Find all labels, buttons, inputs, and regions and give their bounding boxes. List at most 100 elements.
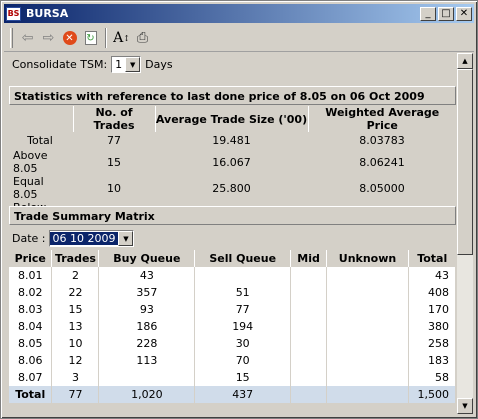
tsm-header-total: Total bbox=[408, 250, 456, 267]
tsm-total-total: 1,500 bbox=[408, 386, 457, 403]
stats-cell: 19.481 bbox=[155, 132, 308, 149]
scroll-up-icon[interactable]: ▲ bbox=[457, 53, 473, 69]
tsm-cell-sell: 51 bbox=[194, 284, 292, 301]
date-value: 06 10 2009 bbox=[49, 232, 119, 245]
window-title: BURSA bbox=[26, 7, 69, 20]
print-icon[interactable]: ⎙ bbox=[132, 28, 153, 49]
tsm-cell-trades: 2 bbox=[51, 267, 100, 284]
tsm-cell-unknown bbox=[326, 318, 409, 335]
tsm-cell-buy: 93 bbox=[98, 301, 196, 318]
tsm-cell-buy: 113 bbox=[98, 352, 196, 369]
tsm-total-label: Total bbox=[9, 386, 53, 403]
tsm-table: Price Trades Buy Queue Sell Queue Mid Un… bbox=[9, 250, 457, 403]
tsm-cell-sell bbox=[194, 267, 292, 284]
tsm-cell-mid bbox=[290, 301, 328, 318]
toolbar: ⇦ ⇨ ✕ ↻ A ↕ ⎙ bbox=[4, 25, 474, 52]
close-button[interactable]: ✕ bbox=[456, 6, 472, 21]
tsm-cell-buy: 357 bbox=[98, 284, 196, 301]
scroll-down-icon[interactable]: ▼ bbox=[457, 398, 473, 414]
tsm-header-trades: Trades bbox=[51, 250, 100, 267]
table-row: 8.01 2 43 43 bbox=[9, 267, 457, 284]
title-bar[interactable]: BS BURSA _ □ ✕ bbox=[4, 4, 474, 23]
stats-cell: 77 bbox=[73, 132, 155, 149]
bursa-window: BS BURSA _ □ ✕ ⇦ ⇨ ✕ ↻ A ↕ ⎙ Consolidate … bbox=[0, 0, 478, 419]
tsm-total-mid bbox=[290, 386, 328, 403]
tsm-cell-total: 408 bbox=[408, 284, 457, 301]
stats-section-title: Statistics with reference to last done p… bbox=[9, 86, 456, 105]
table-row: 8.05 10 228 30 258 bbox=[9, 335, 457, 352]
tsm-cell-buy: 43 bbox=[98, 267, 196, 284]
tsm-cell-mid bbox=[290, 352, 328, 369]
tsm-cell-trades: 22 bbox=[51, 284, 100, 301]
table-row: 8.02 22 357 51 408 bbox=[9, 284, 457, 301]
tsm-cell-mid bbox=[290, 267, 328, 284]
stats-cell: 10 bbox=[73, 175, 155, 201]
tsm-header-buy-queue: Buy Queue bbox=[98, 250, 196, 267]
tsm-cell-sell: 15 bbox=[194, 369, 292, 386]
tsm-cell-sell: 194 bbox=[194, 318, 292, 335]
tsm-cell-sell: 77 bbox=[194, 301, 292, 318]
maximize-button[interactable]: □ bbox=[438, 6, 454, 21]
table-row: 8.06 12 113 70 183 bbox=[9, 352, 457, 369]
tsm-header-unknown: Unknown bbox=[326, 250, 409, 267]
tsm-cell-total: 380 bbox=[408, 318, 457, 335]
tsm-total-buy: 1,020 bbox=[98, 386, 196, 403]
tsm-cell-price: 8.06 bbox=[9, 352, 53, 369]
minimize-button[interactable]: _ bbox=[420, 6, 436, 21]
consolidate-control: Consolidate TSM: 1 ▼ Days bbox=[12, 56, 173, 73]
scroll-thumb[interactable] bbox=[457, 69, 473, 255]
tsm-cell-mid bbox=[290, 335, 328, 352]
date-select[interactable]: 06 10 2009 ▼ bbox=[48, 230, 135, 247]
tsm-section-title: Trade Summary Matrix bbox=[9, 206, 456, 225]
tsm-cell-trades: 12 bbox=[51, 352, 100, 369]
table-row: 8.07 3 15 58 bbox=[9, 369, 457, 386]
back-arrow-icon[interactable]: ⇦ bbox=[17, 28, 38, 49]
dropdown-arrow-icon[interactable]: ▼ bbox=[125, 57, 141, 72]
stats-row: Above 8.05 15 16.067 8.06241 bbox=[9, 149, 456, 175]
stats-row-label: Above 8.05 bbox=[9, 149, 73, 175]
stats-cell: 8.05000 bbox=[308, 175, 456, 201]
font-size-icon[interactable]: A ↕ bbox=[111, 28, 132, 49]
tsm-cell-price: 8.02 bbox=[9, 284, 53, 301]
tsm-total-unknown bbox=[326, 386, 409, 403]
dropdown-arrow-icon[interactable]: ▼ bbox=[118, 231, 134, 246]
tsm-cell-unknown bbox=[326, 284, 409, 301]
tsm-cell-sell: 30 bbox=[194, 335, 292, 352]
stats-header-avg-size: Average Trade Size ('00) bbox=[155, 106, 309, 132]
tsm-cell-trades: 15 bbox=[51, 301, 100, 318]
stop-icon[interactable]: ✕ bbox=[59, 28, 80, 49]
tsm-cell-trades: 10 bbox=[51, 335, 100, 352]
tsm-cell-total: 58 bbox=[408, 369, 457, 386]
app-icon: BS bbox=[6, 6, 21, 21]
tsm-total-trades: 77 bbox=[51, 386, 100, 403]
tsm-cell-total: 170 bbox=[408, 301, 457, 318]
tsm-cell-buy: 186 bbox=[98, 318, 196, 335]
tsm-cell-price: 8.07 bbox=[9, 369, 53, 386]
toolbar-grip bbox=[10, 28, 13, 48]
consolidate-days-value: 1 bbox=[115, 58, 123, 71]
tsm-cell-unknown bbox=[326, 369, 409, 386]
stats-cell: 8.03783 bbox=[308, 132, 456, 149]
date-control: Date : 06 10 2009 ▼ bbox=[12, 230, 135, 247]
tsm-cell-unknown bbox=[326, 335, 409, 352]
stats-row-label: Equal 8.05 bbox=[9, 175, 73, 201]
stats-cell: 16.067 bbox=[155, 149, 308, 175]
vertical-scrollbar[interactable]: ▲ ▼ bbox=[457, 53, 473, 414]
stats-header-blank bbox=[9, 106, 74, 132]
tsm-cell-price: 8.01 bbox=[9, 267, 53, 284]
toolbar-separator bbox=[105, 28, 107, 48]
forward-arrow-icon[interactable]: ⇨ bbox=[38, 28, 59, 49]
stats-cell: 25.800 bbox=[155, 175, 308, 201]
tsm-cell-trades: 3 bbox=[51, 369, 100, 386]
stats-header-row: No. of Trades Average Trade Size ('00) W… bbox=[9, 106, 456, 132]
tsm-total-row: Total 77 1,020 437 1,500 bbox=[9, 386, 457, 403]
consolidate-unit: Days bbox=[145, 58, 173, 71]
tsm-cell-total: 183 bbox=[408, 352, 457, 369]
date-label: Date : bbox=[12, 232, 46, 245]
tsm-cell-price: 8.03 bbox=[9, 301, 53, 318]
consolidate-days-select[interactable]: 1 ▼ bbox=[111, 56, 142, 73]
tsm-total-sell: 437 bbox=[194, 386, 292, 403]
refresh-icon[interactable]: ↻ bbox=[80, 28, 101, 49]
stats-header-wap: Weighted Average Price bbox=[308, 106, 456, 132]
tsm-cell-price: 8.04 bbox=[9, 318, 53, 335]
